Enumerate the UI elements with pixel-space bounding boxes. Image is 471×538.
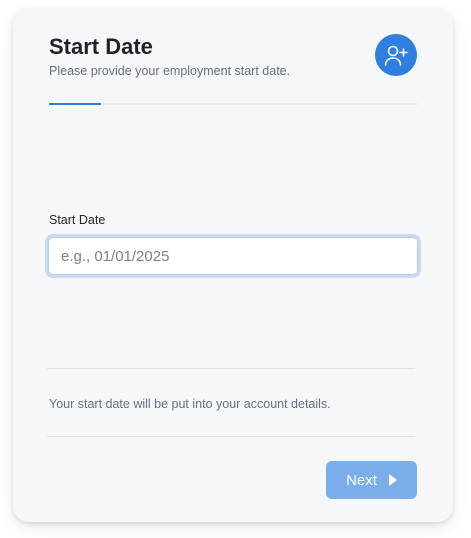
next-button[interactable]: Next bbox=[326, 461, 417, 499]
progress-bar-fill bbox=[49, 103, 101, 105]
page-subtitle: Please provide your employment start dat… bbox=[49, 64, 291, 78]
page-title: Start Date bbox=[49, 34, 153, 59]
add-user-icon bbox=[375, 34, 417, 76]
caret-right-icon bbox=[388, 474, 397, 486]
help-text: Your start date will be put into your ac… bbox=[49, 397, 331, 411]
next-button-label: Next bbox=[346, 471, 377, 489]
onboarding-card: Start Date Please provide your employmen… bbox=[13, 9, 453, 522]
start-date-input[interactable] bbox=[49, 238, 417, 274]
divider bbox=[47, 368, 415, 369]
start-date-label: Start Date bbox=[49, 213, 106, 227]
start-date-field-wrapper bbox=[48, 237, 418, 275]
progress-bar bbox=[49, 103, 417, 105]
divider bbox=[47, 436, 415, 437]
